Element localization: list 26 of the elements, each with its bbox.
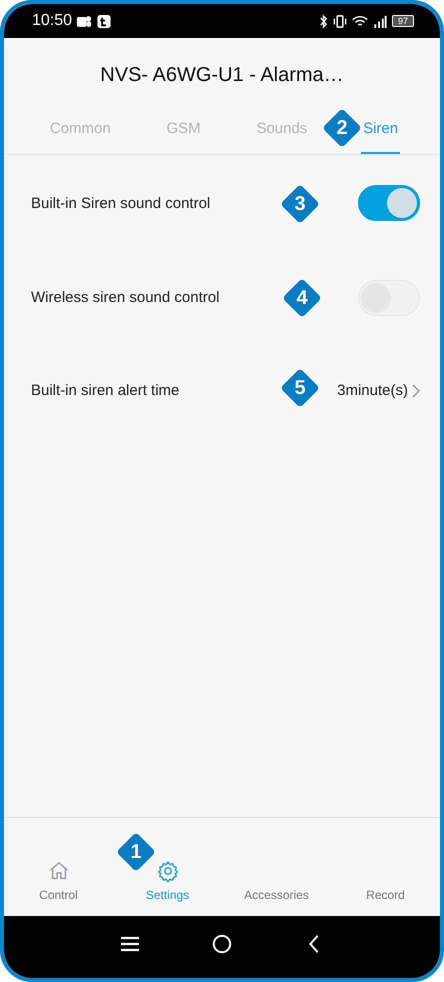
tab[interactable]: Siren <box>361 112 400 154</box>
page-title: NVS- A6WG-U1 - Alarma… <box>100 64 344 86</box>
setting-value: 3minute(s) <box>337 382 408 399</box>
setting-label: Wireless siren sound control <box>31 289 220 306</box>
menu-icon[interactable] <box>120 934 140 954</box>
tab[interactable]: GSM <box>164 112 203 154</box>
app-icon <box>96 14 112 28</box>
battery-level: 97 <box>392 15 414 27</box>
nav-tab[interactable]: Settings <box>118 860 218 902</box>
nav-tab[interactable]: Record <box>336 860 436 902</box>
toggle-switch[interactable] <box>358 185 420 221</box>
home-circle-icon[interactable] <box>212 934 232 954</box>
house-icon <box>48 860 70 882</box>
tab[interactable]: Sounds <box>254 112 310 154</box>
clock-time: 10:50 <box>32 12 72 30</box>
nav-tab[interactable]: Control <box>8 860 108 902</box>
vibrate-icon <box>332 14 348 28</box>
chevron-right-icon <box>412 384 420 398</box>
tab[interactable]: Common <box>48 112 113 154</box>
setting-label: Built-in siren alert time <box>31 382 180 399</box>
wifi-icon <box>352 14 368 28</box>
setting-label: Built-in Siren sound control <box>31 194 210 212</box>
bluetooth-icon <box>318 14 328 28</box>
gear-icon <box>156 860 178 882</box>
nav-tab[interactable]: Accessories <box>226 860 326 902</box>
signal-icon <box>372 14 388 28</box>
